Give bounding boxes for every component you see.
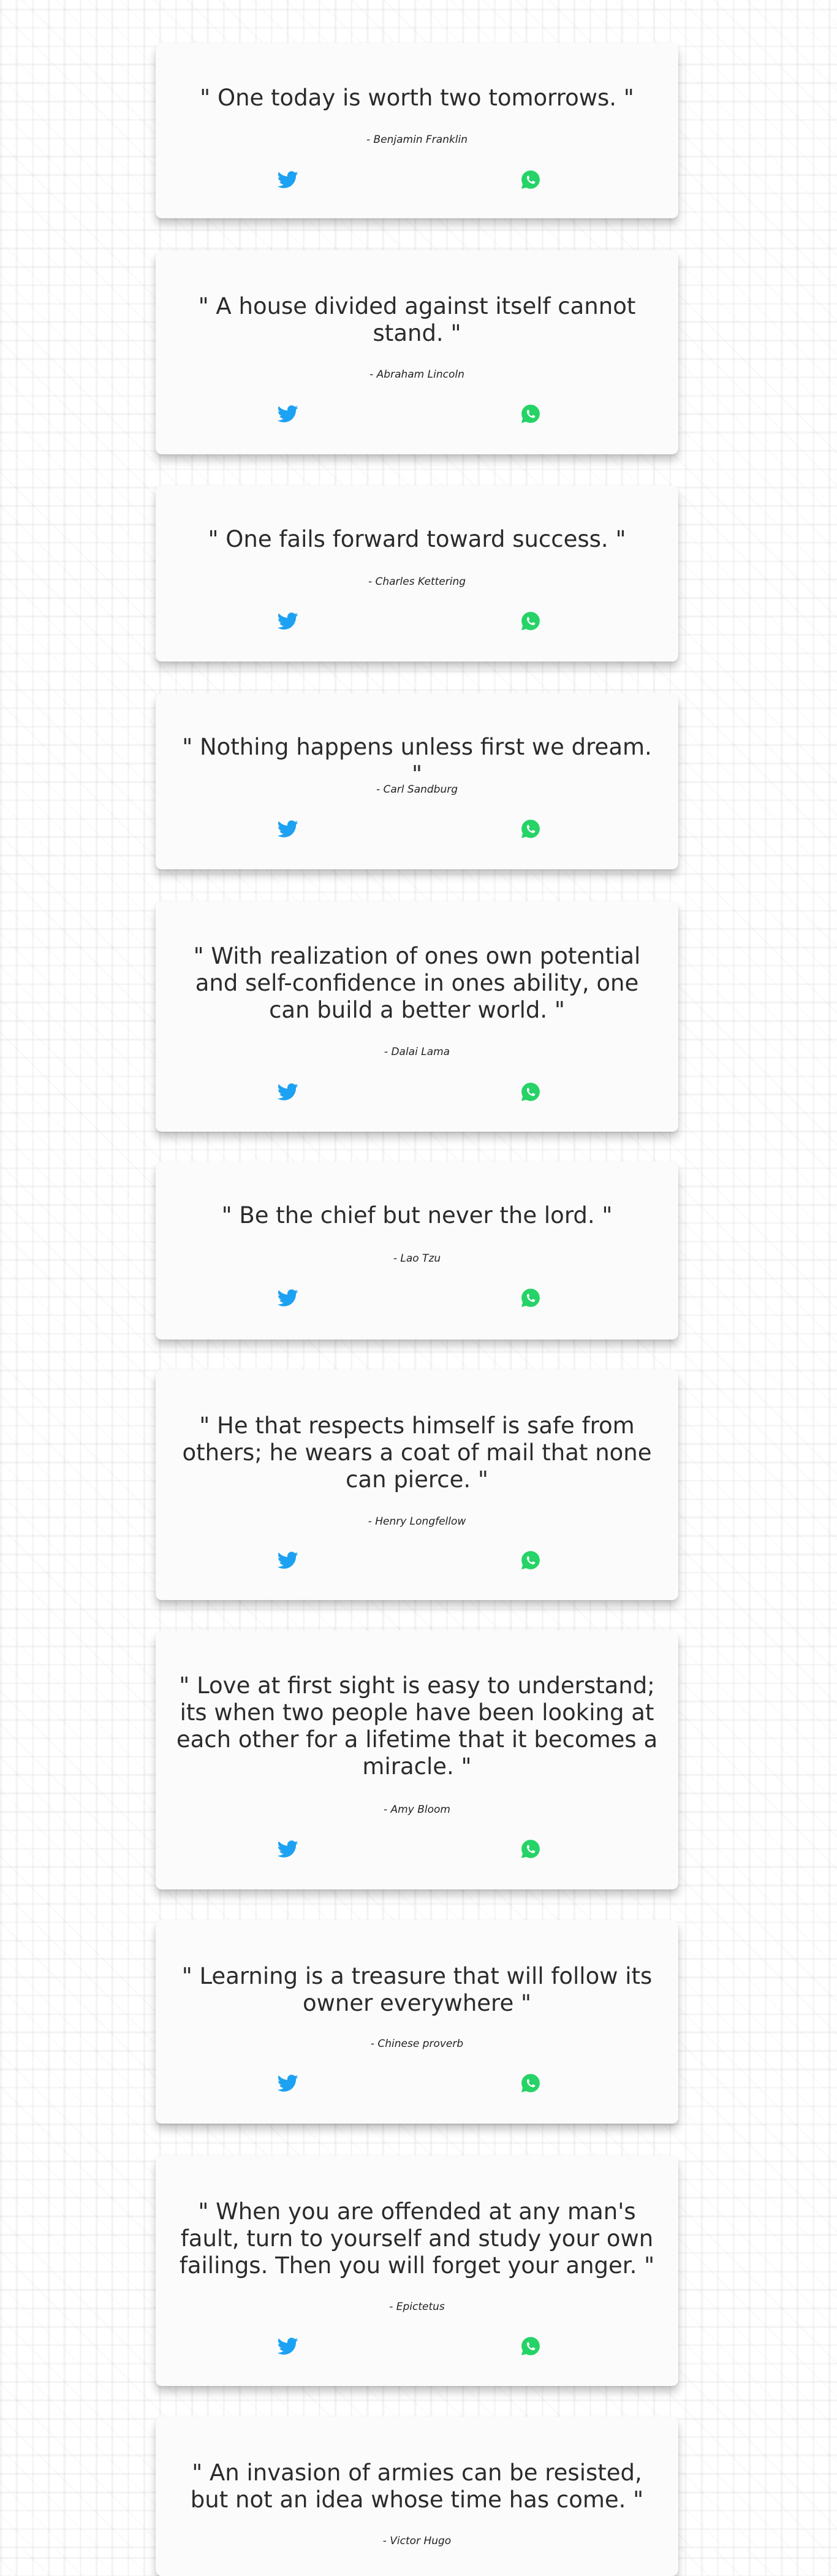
quote-text: " With realization of ones own potential… [193, 943, 641, 1023]
whatsapp-share-button[interactable] [520, 818, 541, 839]
quote-author: - Chinese proverb [370, 2038, 464, 2050]
twitter-icon [278, 171, 298, 188]
quote-text: " An invasion of armies can be resisted,… [190, 2460, 644, 2513]
whatsapp-share-button[interactable] [520, 169, 541, 190]
quote-card: " An invasion of armies can be resisted,… [156, 2417, 678, 2576]
twitter-icon [278, 1840, 298, 1858]
whatsapp-share-button[interactable] [520, 1287, 541, 1308]
whatsapp-icon [521, 2074, 540, 2093]
whatsapp-share-button[interactable] [520, 2336, 541, 2357]
quote-card: " Learning is a treasure that will follo… [156, 1920, 678, 2124]
quote-text: " When you are offended at any man's fau… [179, 2198, 655, 2279]
twitter-icon [278, 820, 298, 837]
quote-author: - Victor Hugo [382, 2535, 452, 2547]
twitter-icon [278, 1552, 298, 1569]
twitter-share-button[interactable] [278, 1287, 298, 1308]
quote-author: - Dalai Lama [384, 1046, 450, 1058]
quote-card: " He that respects himself is safe from … [156, 1370, 678, 1600]
quote-text: " Love at first sight is easy to underst… [176, 1672, 658, 1780]
whatsapp-share-button[interactable] [520, 1081, 541, 1102]
twitter-share-button[interactable] [278, 1550, 298, 1571]
twitter-share-button[interactable] [278, 611, 298, 631]
quote-text: " Be the chief but never the lord. " [221, 1202, 613, 1229]
whatsapp-icon [521, 1840, 540, 1859]
quote-author: - Lao Tzu [393, 1252, 441, 1265]
whatsapp-icon [521, 1289, 540, 1308]
twitter-share-button[interactable] [278, 169, 298, 190]
twitter-share-button[interactable] [278, 2336, 298, 2357]
twitter-icon [278, 1083, 298, 1100]
quote-card: " With realization of ones own potential… [156, 901, 678, 1132]
whatsapp-icon [521, 405, 540, 424]
quote-card: " When you are offended at any man's fau… [156, 2155, 678, 2386]
twitter-share-button[interactable] [278, 2073, 298, 2094]
quote-card: " One today is worth two tomorrows. " - … [156, 43, 678, 218]
quote-card: " Be the chief but never the lord. " - L… [156, 1162, 678, 1339]
whatsapp-share-button[interactable] [520, 1550, 541, 1571]
twitter-share-button[interactable] [278, 1839, 298, 1859]
whatsapp-icon [521, 820, 540, 839]
whatsapp-icon [521, 1551, 540, 1570]
quote-author: - Epictetus [389, 2301, 445, 2313]
quote-author: - Amy Bloom [384, 1804, 450, 1816]
whatsapp-icon [521, 1083, 540, 1102]
twitter-share-button[interactable] [278, 1081, 298, 1102]
quote-text: " One fails forward toward success. " [208, 526, 626, 552]
quote-card: " Love at first sight is easy to underst… [156, 1631, 678, 1889]
whatsapp-share-button[interactable] [520, 611, 541, 631]
quote-text: " One today is worth two tomorrows. " [200, 85, 634, 111]
quote-card: " A house divided against itself cannot … [156, 250, 678, 454]
quote-author: - Henry Longfellow [368, 1515, 466, 1528]
whatsapp-share-button[interactable] [520, 403, 541, 424]
quote-text: " He that respects himself is safe from … [182, 1412, 652, 1493]
whatsapp-share-button[interactable] [520, 1839, 541, 1859]
whatsapp-icon [521, 612, 540, 631]
whatsapp-icon [521, 2337, 540, 2356]
whatsapp-icon [521, 170, 540, 189]
twitter-share-button[interactable] [278, 403, 298, 424]
quote-author: - Carl Sandburg [376, 783, 458, 796]
quote-text: " Nothing happens unless first we dream.… [182, 734, 652, 787]
quote-author: - Charles Kettering [368, 576, 466, 588]
twitter-icon [278, 612, 298, 630]
quote-card: " One fails forward toward success. " - … [156, 486, 678, 661]
quote-author: - Benjamin Franklin [366, 134, 468, 146]
twitter-icon [278, 2075, 298, 2092]
twitter-icon [278, 2338, 298, 2355]
quote-text: " Learning is a treasure that will follo… [181, 1963, 653, 2016]
quote-author: - Abraham Lincoln [369, 368, 464, 381]
twitter-icon [278, 405, 298, 422]
twitter-icon [278, 1289, 298, 1306]
quote-text: " A house divided against itself cannot … [198, 293, 636, 346]
whatsapp-share-button[interactable] [520, 2073, 541, 2094]
twitter-share-button[interactable] [278, 818, 298, 839]
quote-card: " Nothing happens unless first we dream.… [156, 693, 678, 869]
